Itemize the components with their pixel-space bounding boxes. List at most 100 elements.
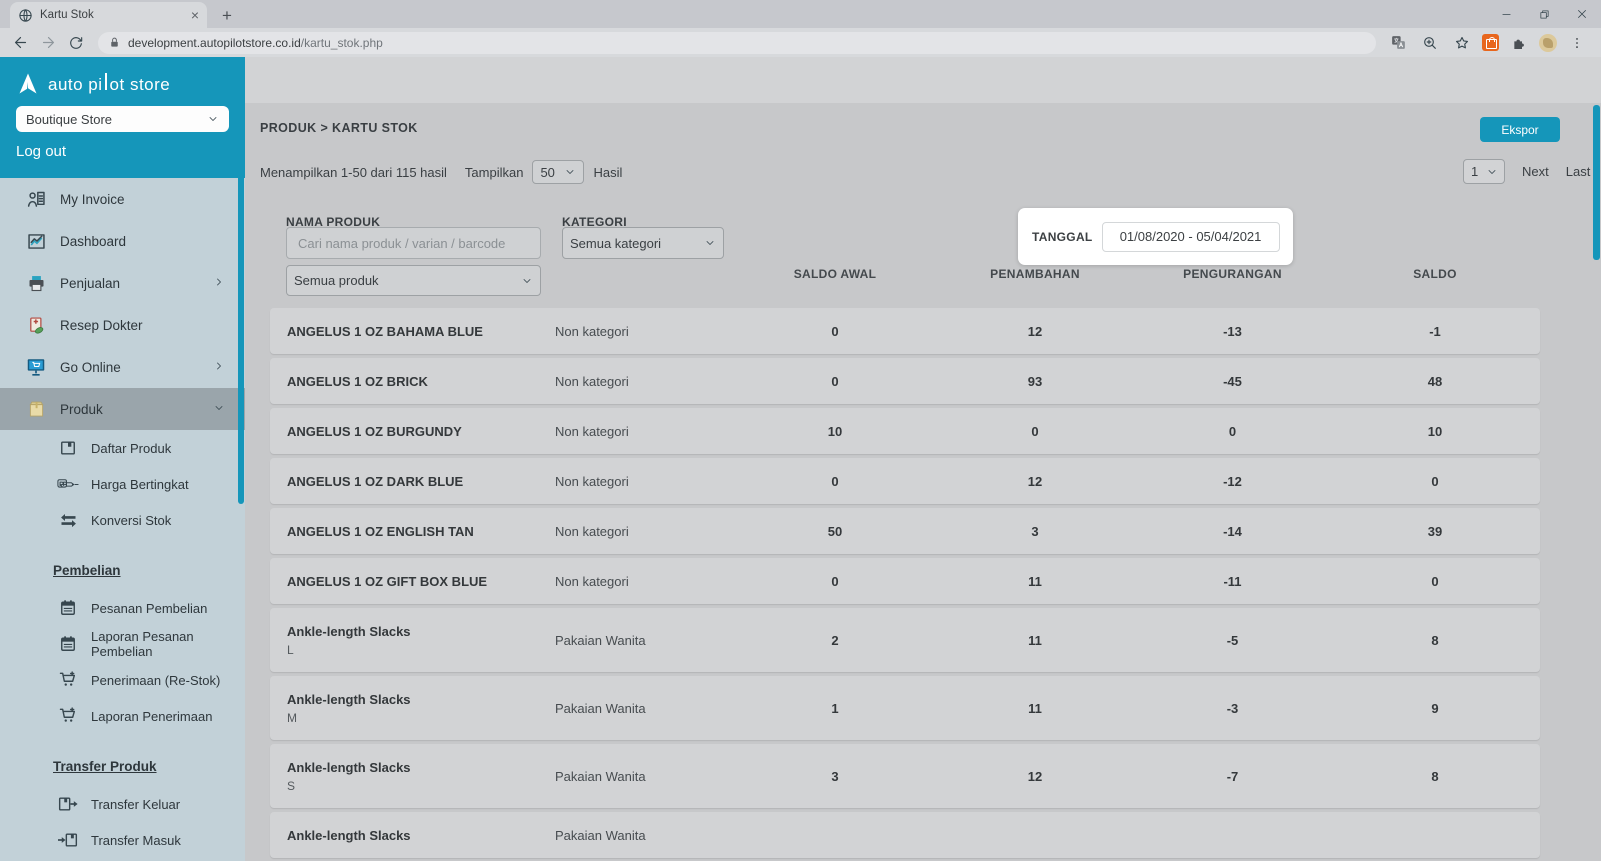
table-row[interactable]: Ankle-length SlacksLPakaian Wanita211-58 <box>270 608 1540 672</box>
cell-penambahan: 11 <box>935 701 1135 716</box>
page-select[interactable]: 1 <box>1463 159 1505 184</box>
sidebar: auto piot store Boutique Store Log out M… <box>0 57 245 861</box>
product-name: ANGELUS 1 OZ BURGUNDY <box>287 424 555 439</box>
back-arrow-icon[interactable] <box>8 31 32 55</box>
sidebar-item-transfer-masuk[interactable]: Transfer Masuk <box>0 822 245 858</box>
per-page-select[interactable]: 50 <box>532 160 584 184</box>
orange-extension-icon[interactable] <box>1482 34 1499 51</box>
sidebar-item-label: My Invoice <box>60 192 125 207</box>
column-header-saldo: SALDO <box>1330 267 1540 281</box>
sidebar-item-produk[interactable]: Produk <box>0 388 245 430</box>
window-minimize-button[interactable] <box>1487 0 1525 28</box>
cell-saldo-awal: 0 <box>735 474 935 489</box>
product-category: Pakaian Wanita <box>555 828 735 843</box>
table-row[interactable]: Ankle-length SlacksMPakaian Wanita111-39 <box>270 676 1540 740</box>
store-select[interactable]: Boutique Store <box>16 106 229 132</box>
new-tab-button[interactable]: + <box>215 4 239 28</box>
sidebar-item-transfer-keluar[interactable]: Transfer Keluar <box>0 786 245 822</box>
cart-icon <box>57 705 79 727</box>
product-variant: L <box>287 643 555 657</box>
export-button[interactable]: Ekspor <box>1480 117 1560 142</box>
product-name: Ankle-length Slacks <box>287 828 555 843</box>
sidebar-item-go-online[interactable]: Go Online <box>0 346 245 388</box>
logout-link[interactable]: Log out <box>16 143 229 160</box>
cell-pengurangan: 0 <box>1135 424 1330 439</box>
date-range-input[interactable] <box>1102 222 1280 252</box>
translate-icon[interactable] <box>1386 31 1410 55</box>
profile-avatar[interactable] <box>1539 34 1557 52</box>
column-header-pengurangan: PENGURANGAN <box>1135 267 1330 281</box>
table-row[interactable]: Ankle-length SlacksPakaian Wanita <box>270 812 1540 858</box>
url-bar[interactable]: development.autopilotstore.co.id/kartu_s… <box>98 32 1376 54</box>
sidebar-item-penerimaan-re-stok[interactable]: Penerimaan (Re-Stok) <box>0 662 245 698</box>
cell-saldo: 48 <box>1330 374 1540 389</box>
sidebar-item-resep-dokter[interactable]: Resep Dokter <box>0 304 245 346</box>
product-category: Pakaian Wanita <box>555 633 735 648</box>
forward-arrow-icon[interactable] <box>36 31 60 55</box>
sidebar-item-daftar-produk[interactable]: Daftar Produk <box>0 430 245 466</box>
product-search-input[interactable] <box>286 227 541 259</box>
cart-icon <box>57 669 79 691</box>
cell-penambahan: 0 <box>935 424 1135 439</box>
zoom-plus-icon[interactable] <box>1418 31 1442 55</box>
window-close-button[interactable] <box>1563 0 1601 28</box>
sidebar-item-label: Dashboard <box>60 234 126 249</box>
box-arrow-in-icon <box>57 829 79 851</box>
kategori-select[interactable]: Semua kategori <box>562 227 724 259</box>
cell-pengurangan: -45 <box>1135 374 1330 389</box>
chevron-down-icon <box>213 402 227 416</box>
last-page-link[interactable]: Last <box>1566 164 1591 179</box>
sidebar-menu: My Invoice Dashboard Penjualan Resep Dokter… <box>0 178 245 858</box>
sidebar-item-laporan-penerimaan[interactable]: Laporan Penerimaan <box>0 698 245 734</box>
product-category: Pakaian Wanita <box>555 769 735 784</box>
product-category: Non kategori <box>555 524 735 539</box>
table-row[interactable]: ANGELUS 1 OZ BURGUNDYNon kategori100010 <box>270 408 1540 454</box>
dashboard-icon <box>25 230 47 252</box>
sidebar-item-dashboard[interactable]: Dashboard <box>0 220 245 262</box>
sidebar-item-laporan-pesanan-pembelian[interactable]: Laporan Pesanan Pembelian <box>0 626 245 662</box>
tab-strip: Kartu Stok × + <box>0 0 1601 28</box>
order-calendar-icon <box>57 633 79 655</box>
sidebar-item-konversi-stok[interactable]: Konversi Stok <box>0 502 245 538</box>
tab-close-icon[interactable]: × <box>191 8 199 22</box>
cell-saldo: 8 <box>1330 633 1540 648</box>
table-row[interactable]: Ankle-length SlacksSPakaian Wanita312-78 <box>270 744 1540 808</box>
sidebar-item-label: Pesanan Pembelian <box>91 601 207 616</box>
cell-saldo-awal: 1 <box>735 701 935 716</box>
sidebar-item-harga-bertingkat[interactable]: Harga Bertingkat <box>0 466 245 502</box>
sidebar-item-label: Daftar Produk <box>91 441 171 456</box>
browser-tab[interactable]: Kartu Stok × <box>10 2 207 28</box>
sidebar-item-my-invoice[interactable]: My Invoice <box>0 178 245 220</box>
sidebar-item-label: Penjualan <box>60 276 120 291</box>
table-row[interactable]: ANGELUS 1 OZ BAHAMA BLUENon kategori012-… <box>270 308 1540 354</box>
chevron-right-icon <box>213 360 227 374</box>
page-scrollbar[interactable] <box>1593 105 1600 260</box>
reload-icon[interactable] <box>64 31 88 55</box>
sidebar-item-label: Transfer Keluar <box>91 797 180 812</box>
next-page-link[interactable]: Next <box>1522 164 1549 179</box>
sidebar-scrollbar[interactable] <box>238 59 244 504</box>
star-icon[interactable] <box>1450 31 1474 55</box>
table-row[interactable]: ANGELUS 1 OZ BRICKNon kategori093-4548 <box>270 358 1540 404</box>
sidebar-item-label: Harga Bertingkat <box>91 477 189 492</box>
product-name: Ankle-length Slacks <box>287 624 555 639</box>
sidebar-item-penjualan[interactable]: Penjualan <box>0 262 245 304</box>
cell-pengurangan: -5 <box>1135 633 1330 648</box>
sidebar-section-pembelian[interactable]: Pembelian <box>0 556 245 584</box>
cell-saldo-awal: 3 <box>735 769 935 784</box>
cell-saldo: 0 <box>1330 574 1540 589</box>
product-variant: M <box>287 711 555 725</box>
table-header-row: SALDO AWAL PENAMBAHAN PENGURANGAN SALDO <box>270 264 1540 284</box>
cell-saldo-awal: 0 <box>735 574 935 589</box>
table-row[interactable]: ANGELUS 1 OZ DARK BLUENon kategori012-12… <box>270 458 1540 504</box>
table-row[interactable]: ANGELUS 1 OZ GIFT BOX BLUENon kategori01… <box>270 558 1540 604</box>
cell-saldo: -1 <box>1330 324 1540 339</box>
window-restore-button[interactable] <box>1525 0 1563 28</box>
puzzle-icon[interactable] <box>1507 31 1531 55</box>
sidebar-section-transfer-produk[interactable]: Transfer Produk <box>0 752 245 780</box>
sidebar-item-label: Laporan Penerimaan <box>91 709 212 724</box>
sidebar-item-pesanan-pembelian[interactable]: Pesanan Pembelian <box>0 590 245 626</box>
kebab-menu-icon[interactable] <box>1565 31 1589 55</box>
product-name: ANGELUS 1 OZ ENGLISH TAN <box>287 524 555 539</box>
table-row[interactable]: ANGELUS 1 OZ ENGLISH TANNon kategori503-… <box>270 508 1540 554</box>
